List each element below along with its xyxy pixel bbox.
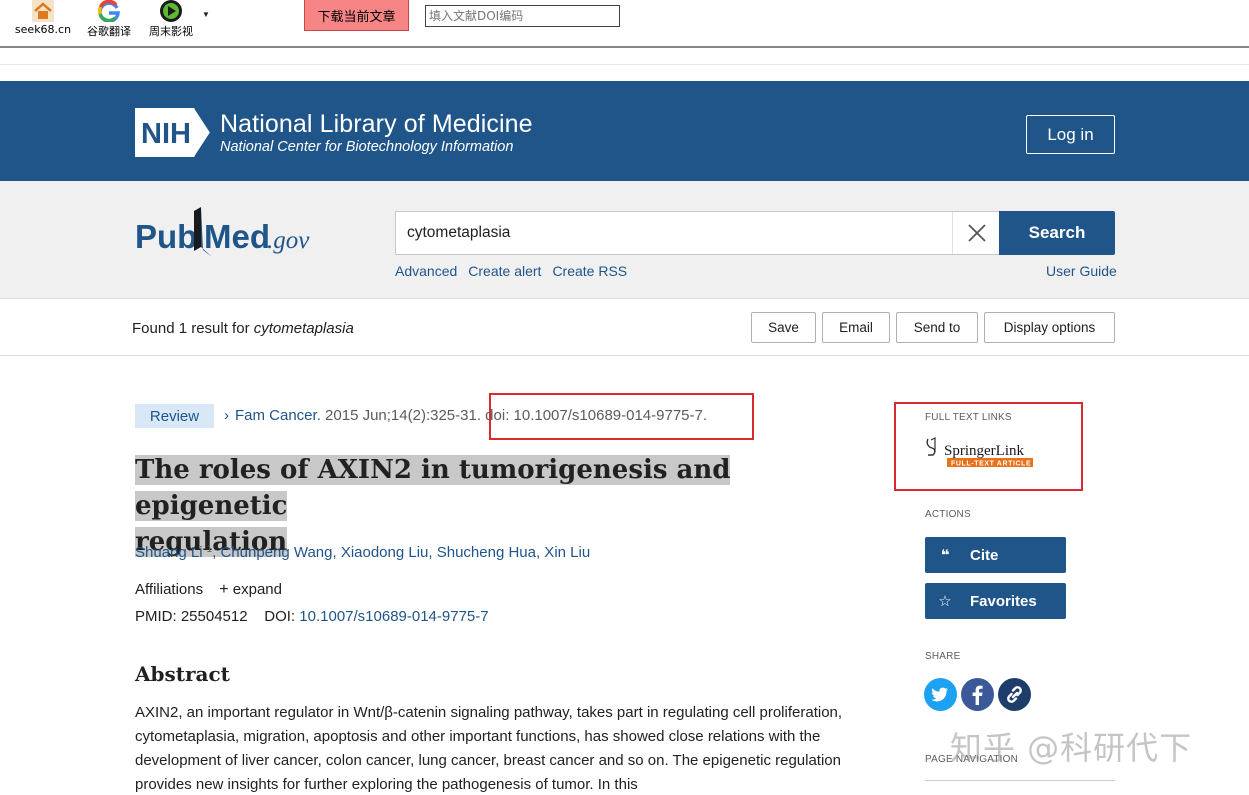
journal-link[interactable]: Fam Cancer. — [235, 407, 321, 424]
author-list: Shuang Li 1, Chunpeng Wang, Xiaodong Liu,… — [135, 544, 590, 561]
divider — [0, 64, 1249, 65]
affiliations-label: Affiliations — [135, 581, 204, 598]
identifiers: PMID: 25504512 DOI: 10.1007/s10689-014-9… — [135, 608, 489, 625]
doi-link[interactable]: 10.1007/s10689-014-9775-7 — [299, 608, 488, 625]
found-prefix: Found 1 result for — [132, 320, 250, 337]
citation-date: 2015 Jun;14(2):325-31. — [325, 407, 481, 424]
create-alert-link[interactable]: Create alert — [468, 263, 541, 279]
doi-label: DOI: — [264, 608, 296, 625]
user-guide-link[interactable]: User Guide — [1046, 263, 1117, 279]
logo-med: Med — [204, 218, 270, 255]
review-badge: Review — [135, 404, 214, 428]
springer-name: SpringerLink — [944, 443, 1024, 459]
cite-label: Cite — [970, 546, 999, 564]
results-count: Found 1 result for cytometaplasia — [132, 320, 354, 337]
play-icon — [157, 0, 185, 22]
abstract-heading: Abstract — [135, 662, 230, 686]
cite-button[interactable]: ❝ Cite — [925, 537, 1066, 573]
send-to-button[interactable]: Send to — [896, 312, 978, 343]
display-options-button[interactable]: Display options — [984, 312, 1115, 343]
bookmark-seek68[interactable]: seek68.cn — [14, 0, 72, 36]
browser-toolbar: seek68.cn 谷歌翻译 周末影视 ▼ 下载当前文章 — [0, 0, 1249, 48]
title-line-1: The roles of AXIN2 in tumorigenesis and … — [135, 455, 731, 521]
nlm-title[interactable]: National Library of Medicine — [220, 110, 533, 139]
bookmark-weekend-video[interactable]: 周末影视 — [145, 0, 197, 39]
actions-label: ACTIONS — [925, 509, 971, 520]
affiliations: Affiliations + expand — [135, 581, 282, 599]
close-icon — [967, 224, 986, 242]
favorites-button[interactable]: ☆ Favorites — [925, 583, 1066, 619]
clear-search-button[interactable] — [952, 212, 1000, 254]
bookmark-google-translate[interactable]: 谷歌翻译 — [84, 0, 134, 39]
search-box — [395, 211, 999, 255]
springerlink-button[interactable]: SpringerLink FULL-TEXT ARTICLE — [925, 437, 1033, 468]
favorites-label: Favorites — [970, 592, 1037, 610]
home-icon — [29, 0, 57, 22]
nih-badge-text: NIH — [141, 118, 191, 150]
bookmark-label: seek68.cn — [14, 23, 72, 36]
search-button[interactable]: Search — [999, 211, 1115, 255]
springer-tag: FULL-TEXT ARTICLE — [951, 461, 1031, 468]
chevron-down-icon[interactable]: ▼ — [202, 10, 210, 19]
nih-logo[interactable]: NIH — [135, 107, 213, 158]
save-button[interactable]: Save — [751, 312, 816, 343]
search-links: Advanced Create alert Create RSS — [395, 263, 638, 279]
download-article-button[interactable]: 下载当前文章 — [304, 0, 409, 31]
pmid-value: 25504512 — [180, 608, 248, 625]
logo-gov: .gov — [267, 227, 310, 254]
found-term: cytometaplasia — [253, 320, 354, 337]
bookmark-label: 谷歌翻译 — [87, 25, 131, 38]
create-rss-link[interactable]: Create RSS — [552, 263, 627, 279]
divider — [925, 780, 1115, 781]
full-text-links-label: FULL TEXT LINKS — [925, 412, 1012, 423]
login-button[interactable]: Log in — [1026, 115, 1115, 154]
email-button[interactable]: Email — [822, 312, 890, 343]
pmid-label: PMID: — [135, 608, 177, 625]
highlight-box-doi — [489, 393, 754, 440]
twitter-icon[interactable] — [924, 678, 957, 711]
search-input[interactable] — [396, 212, 951, 254]
author-links[interactable]: , Chunpeng Wang, Xiaodong Liu, Shucheng … — [212, 544, 590, 561]
link-icon[interactable] — [998, 678, 1031, 711]
star-icon: ☆ — [938, 593, 952, 610]
expand-link[interactable]: expand — [233, 581, 282, 598]
facebook-icon[interactable] — [961, 678, 994, 711]
abstract-text: AXIN2, an important regulator in Wnt/β-c… — [135, 704, 843, 793]
logo-pub: Pub — [135, 218, 197, 255]
bookmark-label: 周末影视 — [149, 25, 193, 38]
author-link[interactable]: Shuang Li — [135, 544, 203, 561]
plus-icon[interactable]: + — [219, 581, 228, 598]
share-label: SHARE — [925, 651, 961, 662]
doi-input[interactable] — [425, 5, 620, 27]
google-icon — [95, 0, 123, 22]
chevron-right-icon: › — [224, 407, 229, 424]
advanced-link[interactable]: Advanced — [395, 263, 457, 279]
pubmed-logo[interactable]: Pub Med .gov — [135, 205, 320, 260]
quote-icon: ❝ — [940, 547, 950, 564]
watermark: 知乎 @科研代下 — [950, 729, 1193, 767]
ncbi-subtitle: National Center for Biotechnology Inform… — [220, 139, 514, 155]
